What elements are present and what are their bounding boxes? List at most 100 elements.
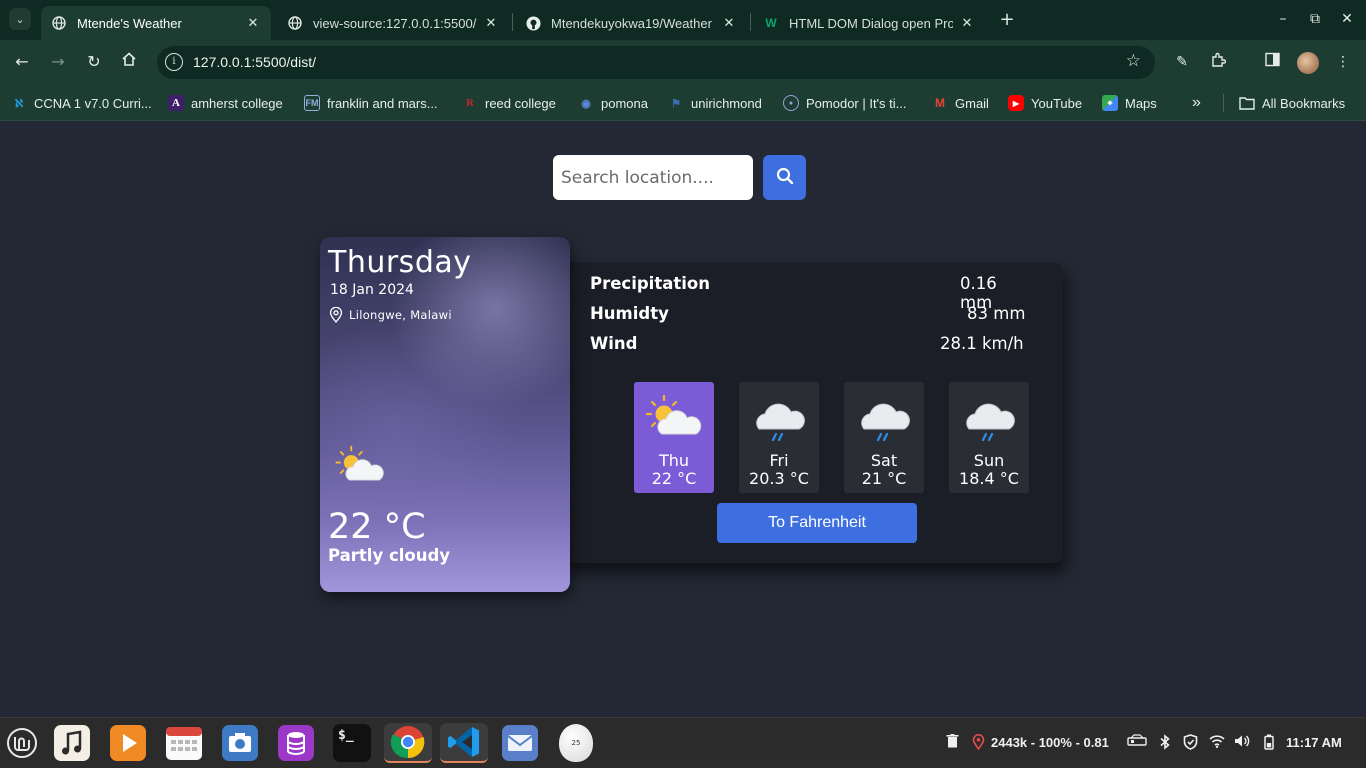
- volume-icon[interactable]: [1234, 734, 1250, 750]
- mint-menu-icon: [7, 728, 37, 758]
- close-icon[interactable]: ✕: [483, 15, 499, 31]
- tab-search-button[interactable]: ⌄: [9, 8, 31, 30]
- close-window-button[interactable]: ✕: [1338, 10, 1356, 28]
- reload-button[interactable]: ↻: [83, 51, 105, 73]
- extensions-icon[interactable]: [1208, 52, 1228, 72]
- close-icon[interactable]: ✕: [721, 15, 737, 31]
- weather-page: Precipitation 0.16 mm Humidty 83 mm Wind…: [0, 121, 1366, 717]
- tab-weather[interactable]: Mtende's Weather ✕: [41, 6, 271, 40]
- bookmarks-overflow-button[interactable]: »: [1192, 92, 1201, 114]
- profile-avatar[interactable]: [1297, 52, 1319, 74]
- w3schools-icon: W: [765, 16, 777, 30]
- more-menu-icon[interactable]: ⋮: [1333, 52, 1353, 72]
- detail-value: 83 mm: [967, 304, 1026, 323]
- site-info-icon[interactable]: i: [165, 53, 183, 71]
- new-tab-button[interactable]: +: [997, 10, 1017, 30]
- bookmark-reed[interactable]: R reed college: [462, 92, 556, 114]
- forecast-temp: 21 °C: [861, 469, 907, 488]
- tab-view-source[interactable]: view-source:127.0.0.1:5500/d ✕: [277, 6, 509, 40]
- shield-icon[interactable]: [1182, 734, 1198, 750]
- database-app[interactable]: [276, 723, 316, 763]
- media-player-app[interactable]: [108, 723, 148, 763]
- unirichmond-icon: ⚑: [671, 97, 681, 110]
- weather-details-panel: Precipitation 0.16 mm Humidty 83 mm Wind…: [560, 262, 1063, 563]
- forecast-day: Fri: [769, 451, 789, 470]
- tab-separator: [512, 13, 513, 31]
- system-monitor-icon[interactable]: [970, 734, 986, 751]
- forecast-day-card[interactable]: Fri 20.3 °C: [739, 382, 819, 493]
- terminal-app[interactable]: $_: [332, 723, 372, 763]
- forecast-day-card[interactable]: Thu 22 °C: [634, 382, 714, 493]
- calendar-app[interactable]: [164, 723, 204, 763]
- forecast-day-card[interactable]: Sat 21 °C: [844, 382, 924, 493]
- mint-menu-button[interactable]: [2, 723, 42, 763]
- forecast-day-card[interactable]: Sun 18.4 °C: [949, 382, 1029, 493]
- browser-tab-bar: ⌄ Mtende's Weather ✕ view-source:127.0.0…: [0, 0, 1366, 40]
- toggle-fahrenheit-button[interactable]: To Fahrenheit: [717, 503, 917, 543]
- pomodoro-icon: ●: [783, 95, 799, 111]
- home-button[interactable]: [118, 51, 140, 73]
- back-button[interactable]: ←: [11, 51, 33, 73]
- minimize-icon: –: [1279, 11, 1287, 27]
- partly-cloudy-icon: [335, 445, 384, 481]
- tab-title: view-source:127.0.0.1:5500/d: [313, 15, 477, 31]
- screenshot-app[interactable]: [220, 723, 260, 763]
- bookmark-unirichmond[interactable]: ⚑ unirichmond: [668, 92, 762, 114]
- bookmark-star-icon[interactable]: ☆: [1126, 51, 1141, 71]
- address-bar[interactable]: i 127.0.0.1:5500/dist/ ☆: [157, 46, 1155, 79]
- current-temperature: 22 °C: [328, 507, 426, 547]
- franklin-icon: FM: [304, 95, 320, 111]
- close-icon[interactable]: ✕: [245, 15, 261, 31]
- side-panel-icon[interactable]: [1262, 52, 1282, 72]
- bookmark-youtube[interactable]: ▶ YouTube: [1008, 92, 1082, 114]
- minimize-button[interactable]: –: [1274, 10, 1292, 28]
- wifi-icon[interactable]: [1209, 734, 1225, 750]
- terminal-icon: $_: [333, 724, 371, 762]
- bookmark-pomona[interactable]: ◉ pomona: [578, 92, 648, 114]
- network-manager-icon[interactable]: [1126, 734, 1148, 750]
- current-weather-card: Thursday 18 Jan 2024 Lilongwe, Malawi 22…: [320, 237, 570, 592]
- calendar-icon: [166, 727, 202, 760]
- bookmark-ccna[interactable]: ℵ CCNA 1 v7.0 Curri...: [11, 92, 152, 114]
- arrow-left-icon: ←: [15, 52, 29, 71]
- close-icon: ✕: [1341, 11, 1353, 27]
- mail-app[interactable]: [500, 723, 540, 763]
- close-icon[interactable]: ✕: [959, 15, 975, 31]
- forecast-temp: 20.3 °C: [749, 469, 809, 488]
- folder-icon: [1239, 95, 1255, 111]
- bookmark-franklin[interactable]: FM franklin and mars...: [304, 92, 438, 114]
- music-app[interactable]: [52, 723, 92, 763]
- detail-wind: Wind 28.1 km/h: [590, 334, 1030, 358]
- plus-icon: +: [999, 9, 1015, 30]
- bookmarks-bar: ℵ CCNA 1 v7.0 Curri... A amherst college…: [0, 85, 1366, 121]
- restore-icon: ⧉: [1310, 11, 1320, 27]
- search-input[interactable]: [553, 155, 753, 200]
- search-button[interactable]: [763, 155, 806, 200]
- system-stats[interactable]: 2443k - 100% - 0.81: [991, 735, 1109, 750]
- tab-github[interactable]: Mtendekuyokwa19/Weather ✕: [515, 6, 747, 40]
- bookmark-maps[interactable]: ⌖ Maps: [1102, 92, 1157, 114]
- chrome-app[interactable]: [384, 723, 432, 763]
- maximize-button[interactable]: ⧉: [1306, 10, 1324, 28]
- vscode-app[interactable]: [440, 723, 488, 763]
- detail-label: Wind: [590, 334, 638, 353]
- clock[interactable]: 11:17 AM: [1286, 735, 1342, 750]
- bookmark-amherst[interactable]: A amherst college: [168, 92, 283, 114]
- chrome-icon: [390, 726, 425, 759]
- trash-icon[interactable]: [944, 734, 960, 750]
- forward-button[interactable]: →: [47, 51, 69, 73]
- bookmark-label: YouTube: [1031, 95, 1083, 111]
- pen-extension-icon[interactable]: ✎: [1172, 52, 1192, 72]
- forecast-day: Sun: [973, 451, 1005, 470]
- tab-title: Mtendekuyokwa19/Weather: [551, 15, 712, 31]
- tab-w3schools[interactable]: W HTML DOM Dialog open Pro ✕: [753, 6, 985, 40]
- battery-icon[interactable]: [1261, 734, 1277, 750]
- all-bookmarks-button[interactable]: All Bookmarks: [1239, 92, 1345, 114]
- bookmark-gmail[interactable]: M Gmail: [932, 92, 989, 114]
- bookmark-label: amherst college: [191, 95, 283, 111]
- timer-app[interactable]: 25: [556, 723, 596, 763]
- bluetooth-icon[interactable]: [1157, 734, 1173, 750]
- bookmark-pomodoro[interactable]: ● Pomodor | It's ti...: [783, 92, 907, 114]
- mail-icon: [502, 725, 538, 761]
- detail-label: Humidty: [590, 304, 669, 323]
